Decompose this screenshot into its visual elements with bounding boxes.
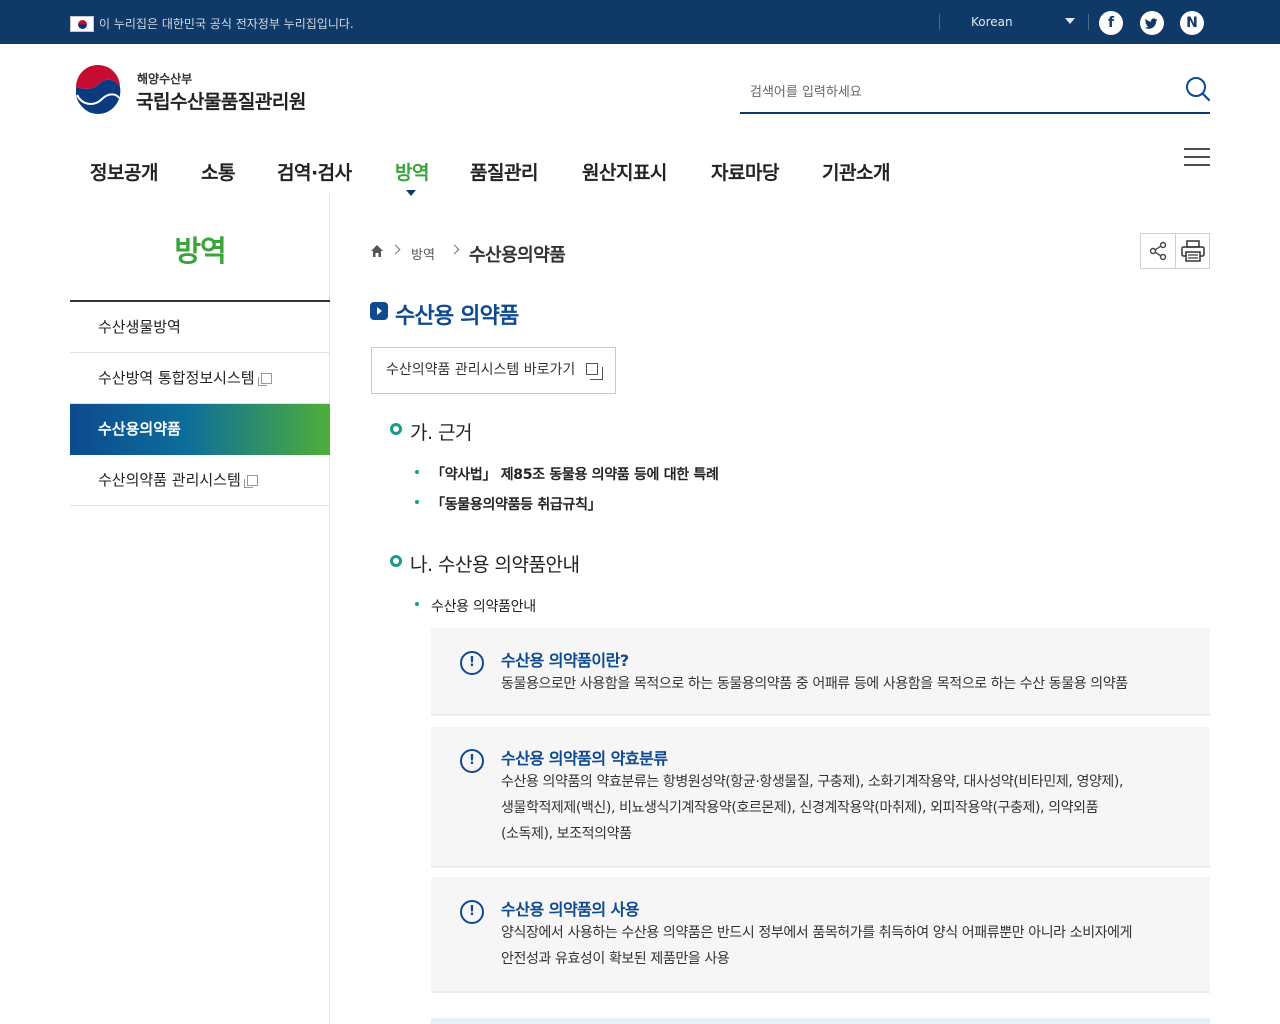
nav-item-inspection[interactable]: 검역·검사 (277, 158, 352, 185)
sidebar-item-label: 수산방역 통합정보시스템 (98, 369, 255, 387)
info-box-title: 수산용 의약품의 약효분류 (501, 749, 668, 768)
nav-item-communication[interactable]: 소통 (201, 158, 235, 185)
print-icon[interactable] (1181, 240, 1205, 262)
title-bullet-icon (370, 302, 388, 320)
section-bullet-icon (390, 423, 402, 435)
info-box-body: 동물용으로만 사용함을 목적으로 하는 동물용의약품 중 어패류 등에 사용함을… (501, 671, 1181, 697)
logo-title[interactable]: 국립수산물품질관리원 (136, 87, 306, 114)
korea-flag-icon (70, 16, 94, 32)
nav-item-quarantine[interactable]: 방역 (395, 158, 429, 185)
sidebar-item-disease-control[interactable]: 수산생물방역 (70, 302, 330, 353)
info-box-body: 수산용 의약품의 약효분류는 항병원성약(항균·항생물질, 구충제), 소화기계… (501, 769, 1181, 847)
sidebar-item-label: 수산생물방역 (98, 318, 181, 336)
nav-item-about[interactable]: 기관소개 (822, 158, 890, 185)
government-logo-icon[interactable] (72, 65, 124, 115)
info-icon: ! (460, 651, 484, 675)
sidebar-item-label: 수산의약품 관리시스템 (98, 471, 241, 489)
nav-item-archive[interactable]: 자료마당 (711, 158, 779, 185)
section-bullet-icon (390, 555, 402, 567)
info-box-body: 양식장에서 사용하는 수산용 의약품은 반드시 정부에서 품목허가를 취득하여 … (501, 920, 1181, 972)
section-heading-basis: 가. 근거 (410, 422, 473, 444)
sidebar-item-aquatic-medicine[interactable]: 수산용의약품 (70, 404, 330, 455)
nav-item-origin[interactable]: 원산지표시 (582, 158, 667, 185)
new-window-icon (243, 475, 258, 488)
sidebar-item-info-system[interactable]: 수산방역 통합정보시스템 (70, 353, 330, 404)
info-box-title: 수산용 의약품이란? (501, 651, 629, 670)
info-box-classification: ! 수산용 의약품의 약효분류 수산용 의약품의 약효분류는 항병원성약(항균·… (431, 727, 1210, 868)
language-select[interactable]: Korean (971, 15, 1013, 29)
info-icon: ! (460, 749, 484, 773)
facebook-icon[interactable]: f (1099, 11, 1123, 35)
nav-item-quality[interactable]: 품질관리 (470, 158, 538, 185)
page-title: 수산용 의약품 (395, 304, 519, 329)
info-box-line: 안전성과 유효성이 확보된 제품만을 사용 (501, 951, 730, 967)
list-item: 「약사법」 제85조 동물용 의약품 등에 대한 특례 (431, 467, 719, 483)
search-input[interactable] (750, 80, 1170, 104)
sidebar: 수산생물방역 수산방역 통합정보시스템 수산용의약품 수산의약품 관리시스템 (70, 300, 330, 506)
section-heading-guide: 나. 수산용 의약품안내 (410, 554, 580, 576)
active-indicator-icon (406, 190, 416, 196)
gov-bar: 이 누리집은 대한민국 공식 전자정부 누리집입니다. Korean f N (0, 0, 1280, 44)
search-bar (740, 72, 1212, 114)
button-label: 수산의약품 관리시스템 바로가기 (386, 362, 576, 378)
nav-item-info[interactable]: 정보공개 (90, 158, 158, 185)
list-bullet (415, 500, 419, 504)
info-box-usage: ! 수산용 의약품의 사용 양식장에서 사용하는 수산용 의약품은 반드시 정부… (431, 877, 1210, 993)
info-box-definition: ! 수산용 의약품이란? 동물용으로만 사용함을 목적으로 하는 동물용의약품 … (431, 628, 1210, 716)
twitter-icon[interactable] (1140, 11, 1164, 35)
home-icon[interactable] (370, 244, 384, 258)
page-tools (1140, 233, 1210, 269)
sidebar-title: 방역 (174, 234, 226, 268)
breadcrumb-level1[interactable]: 방역 (411, 244, 435, 263)
list-bullet (415, 602, 419, 606)
chevron-right-icon (390, 244, 401, 255)
medicine-system-link-button[interactable]: 수산의약품 관리시스템 바로가기 (371, 347, 616, 394)
search-icon[interactable] (1184, 75, 1212, 103)
breadcrumb-current[interactable]: 수산용의약품 (469, 241, 566, 267)
divider (939, 14, 940, 30)
chevron-down-icon[interactable] (1065, 18, 1075, 24)
info-icon: ! (460, 900, 484, 924)
divider (1088, 14, 1089, 30)
naver-icon[interactable]: N (1180, 11, 1204, 35)
info-box-line: 수산용 의약품의 약효분류는 항병원성약(항균·항생물질, 구충제), 소화기계… (501, 774, 1124, 790)
new-window-icon (257, 373, 272, 386)
gov-notice: 이 누리집은 대한민국 공식 전자정부 누리집입니다. (99, 17, 354, 31)
chevron-right-icon (449, 244, 460, 255)
divider (1175, 234, 1176, 268)
list-item: 수산용 의약품안내 (431, 599, 536, 615)
info-box-line: (소독제), 보조적의약품 (501, 826, 632, 842)
twitter-bird-icon (1144, 18, 1158, 29)
hamburger-menu-icon[interactable] (1183, 146, 1211, 168)
new-window-icon (586, 363, 603, 380)
info-box-line: 양식장에서 사용하는 수산용 의약품은 반드시 정부에서 품목허가를 취득하여 … (501, 925, 1133, 941)
info-box-title: 수산용 의약품의 사용 (501, 900, 640, 919)
sidebar-item-medicine-system[interactable]: 수산의약품 관리시스템 (70, 455, 330, 506)
share-icon[interactable] (1148, 241, 1168, 261)
sidebar-item-label: 수산용의약품 (98, 420, 181, 438)
next-box-edge (431, 1018, 1210, 1024)
list-item: 「동물용의약품등 취급규칙」 (431, 497, 602, 513)
info-box-line: 생물학적제제(백신), 비뇨생식기계작용약(호르몬제), 신경계작용약(마취제)… (501, 800, 1099, 816)
list-bullet (415, 470, 419, 474)
info-box-line: 동물용으로만 사용함을 목적으로 하는 동물용의약품 중 어패류 등에 사용함을… (501, 676, 1128, 692)
logo-ministry: 해양수산부 (137, 72, 193, 86)
